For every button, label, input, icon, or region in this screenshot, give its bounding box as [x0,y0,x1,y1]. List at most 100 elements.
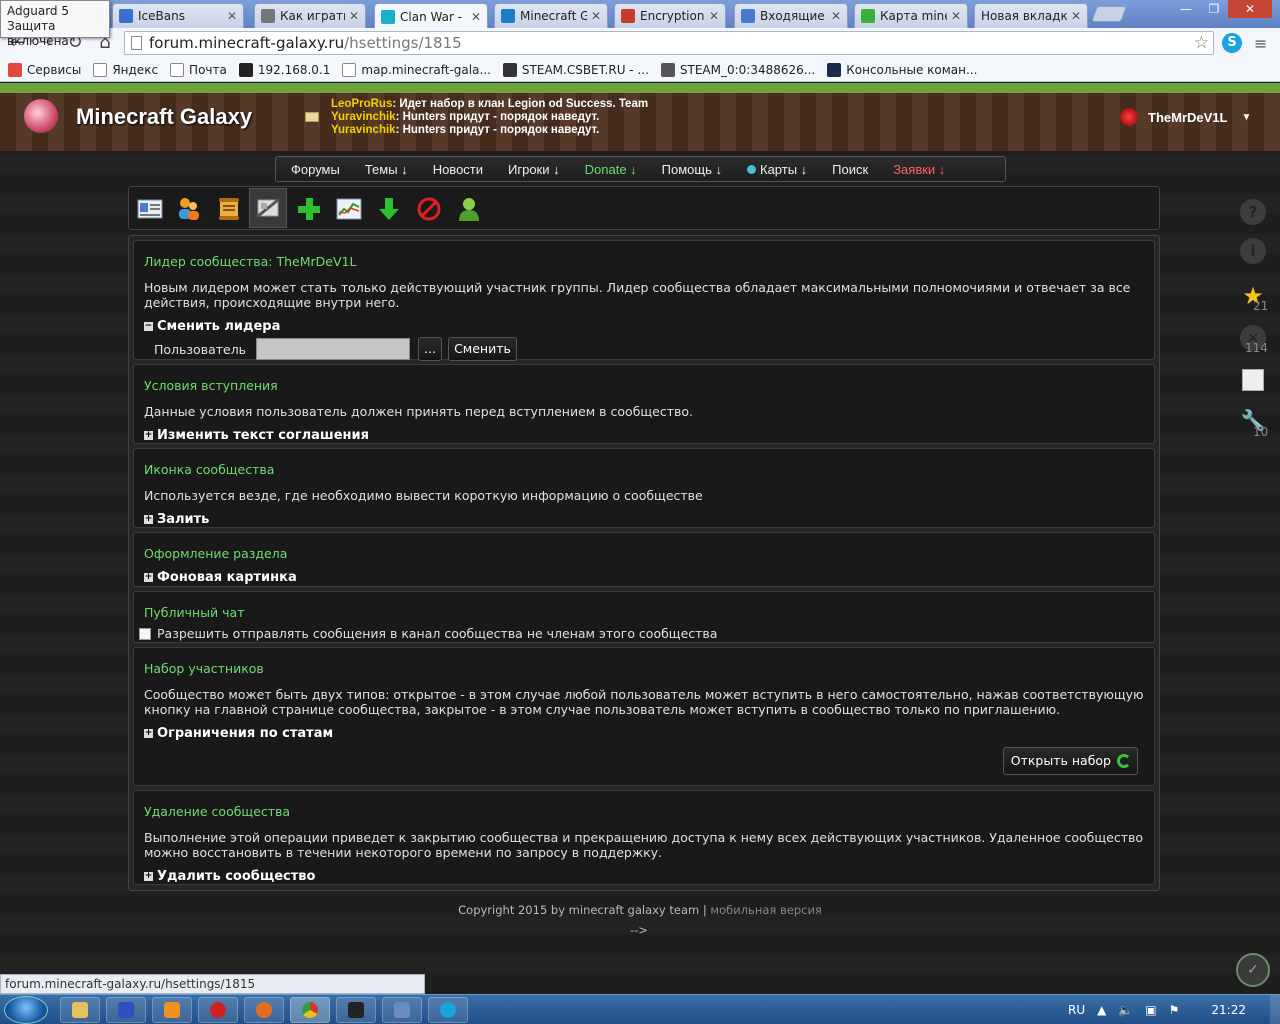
info-icon[interactable]: i [1240,238,1266,264]
tab-icebans[interactable]: IceBans ✕ [112,3,244,28]
close-icon[interactable]: ✕ [471,10,481,24]
broken-image-icon[interactable] [1240,367,1266,393]
plus-icon[interactable] [294,194,324,224]
open-recruitment-button[interactable]: Открыть набор [1002,747,1138,775]
minimize-button[interactable]: — [1172,0,1200,18]
community-card-icon[interactable] [135,194,165,224]
ban-icon[interactable] [414,194,444,224]
scroll-icon[interactable] [214,194,244,224]
taskbar-media[interactable] [152,997,192,1023]
tab-inbox[interactable]: Входящие - ✕ [734,3,848,28]
galaxy-logo-icon[interactable] [24,99,58,133]
edit-terms-toggle[interactable]: + Изменить текст соглашения [144,428,1144,443]
user-icon[interactable] [454,194,484,224]
bookmark-services[interactable]: Сервисы [8,62,81,77]
start-button[interactable] [4,996,48,1024]
upload-icon-toggle[interactable]: + Залить [144,512,1144,527]
bookmark-router[interactable]: 192.168.0.1 [238,62,330,77]
taskbar-save[interactable] [106,997,146,1023]
user-menu[interactable]: TheMrDeV1L ▼ [1120,108,1251,126]
bookmark-console[interactable]: Консольные коман... [827,62,977,77]
taskbar-opera[interactable] [198,997,238,1023]
tab-new-tab[interactable]: Новая вкладка ✕ [974,3,1088,28]
tab-clan-war[interactable]: Clan War - M ✕ [374,3,488,29]
nav-help[interactable]: Помощь ↓ [662,162,722,177]
bookmark-csbet[interactable]: STEAM.CSBET.RU - ... [502,62,649,77]
shout-nick[interactable]: Yuravinchik [331,111,396,123]
tab-encryption[interactable]: Encryption ✕ [614,3,726,28]
bookmark-map[interactable]: map.minecraft-gala... [342,62,491,77]
tab-label: Карта mine [880,9,947,23]
tray-arrow-icon[interactable]: ▲ [1097,1003,1106,1017]
nav-forums[interactable]: Форумы [291,162,340,177]
checkbox-label[interactable]: Разрешить отправлять сообщения в канал с… [157,626,717,641]
network-icon[interactable]: ▣ [1145,1003,1156,1017]
volume-icon[interactable]: 🔈 [1118,1003,1133,1017]
close-icon[interactable]: ✕ [227,9,237,23]
taskbar-app[interactable] [336,997,376,1023]
tab-minecraft-galaxy[interactable]: Minecraft Ga ✕ [494,3,608,28]
taskbar-skype[interactable] [428,997,468,1023]
taskbar-tool[interactable] [382,997,422,1023]
language-indicator[interactable]: RU [1068,1003,1085,1017]
steam-icon [502,62,517,77]
mobile-version-link[interactable]: мобильная версия [710,903,821,917]
help-icon[interactable]: ? [1240,199,1266,225]
members-icon[interactable] [174,194,204,224]
nav-maps[interactable]: Карты ↓ [747,162,807,177]
nav-search[interactable]: Поиск [832,162,868,177]
close-icon[interactable]: ✕ [349,9,359,23]
bookmark-mail[interactable]: Почта [170,62,227,77]
bookmark-star-icon[interactable]: ☆ [1194,32,1209,54]
design-settings-icon[interactable] [249,188,287,228]
close-icon[interactable]: ✕ [831,9,841,23]
change-leader-button[interactable]: Сменить [448,337,517,361]
adguard-shield-icon[interactable]: ✓ [1236,953,1270,987]
bookmark-yandex[interactable]: Яндекс [93,62,158,77]
tab-kak-igrat[interactable]: Как играть ✕ [254,3,366,28]
taskbar-chrome[interactable] [290,997,330,1023]
chrome-menu-icon[interactable]: ≡ [1254,34,1270,53]
close-icon[interactable]: ✕ [591,9,601,23]
public-chat-checkbox[interactable] [139,627,151,640]
flag-icon[interactable]: ⚑ [1169,1003,1180,1017]
stat-limits-toggle[interactable]: + Ограничения по статам [144,726,1144,741]
section-title: Набор участников [144,661,264,676]
close-icon[interactable]: ✕ [709,9,719,23]
show-desktop-button[interactable] [1270,995,1280,1024]
window-close-button[interactable]: ✕ [1228,0,1272,18]
maximize-button[interactable]: ❐ [1200,0,1228,18]
tab-map[interactable]: Карта mine ✕ [854,3,968,28]
download-arrow-icon[interactable] [374,194,404,224]
taskbar-explorer[interactable] [60,997,100,1023]
new-tab-button[interactable] [1091,6,1127,22]
change-leader-form: Пользователь ... Сменить [154,337,1144,361]
shout-nick[interactable]: LeoProRus [331,98,392,110]
expand-icon: + [144,871,153,881]
user-input[interactable] [256,338,411,360]
delete-community-toggle[interactable]: + Удалить сообщество [144,869,1144,884]
shout-nick[interactable]: Yuravinchik [331,124,396,136]
site-logo[interactable]: Minecraft Galaxy [76,104,252,130]
clock[interactable]: 21:22 [1211,1003,1246,1017]
adguard-status: Защита включена [7,19,69,48]
background-image-toggle[interactable]: + Фоновая картинка [144,570,1144,585]
skype-extension-icon[interactable]: S [1222,33,1242,53]
taskbar-firefox[interactable] [244,997,284,1023]
x-count: 114 [1245,341,1268,355]
close-icon[interactable]: ✕ [951,9,961,23]
nav-news[interactable]: Новости [433,162,483,177]
bookmark-steamid[interactable]: STEAM_0:0:3488626... [660,62,815,77]
close-icon[interactable]: ✕ [1071,9,1081,23]
envelope-icon[interactable] [305,112,319,122]
address-bar[interactable]: forum.minecraft-galaxy.ru/hsettings/1815… [124,31,1214,55]
nav-players[interactable]: Игроки ↓ [508,162,560,177]
shout-text: : Идет набор в клан Legion od Success. T… [392,98,649,110]
change-leader-toggle[interactable]: − Сменить лидера [144,319,1144,334]
nav-requests[interactable]: Заявки ↓ [893,162,945,177]
section-text: Используется везде, где необходимо вывес… [144,488,703,503]
browse-user-button[interactable]: ... [418,337,443,361]
nav-donate[interactable]: Donate ↓ [585,162,637,177]
nav-topics[interactable]: Темы ↓ [365,162,408,177]
stats-chart-icon[interactable] [334,194,364,224]
